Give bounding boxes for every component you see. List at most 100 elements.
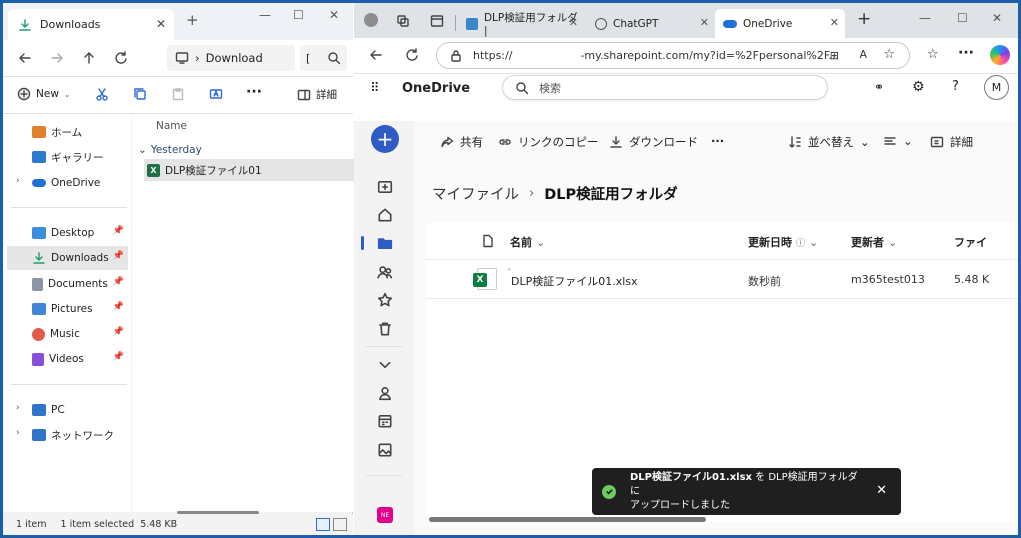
details-view-icon[interactable] — [316, 518, 330, 531]
nav-item-home[interactable]: ホーム — [7, 120, 128, 144]
nav-item-documents[interactable]: Documents 📌 — [7, 272, 128, 296]
nav-item-pc[interactable]: › PC — [7, 398, 128, 422]
nav-item-gallery[interactable]: ギャラリー — [7, 145, 128, 169]
pin-icon[interactable]: 📌 — [113, 226, 124, 236]
address-bar[interactable]: https:// -my.sharepoint.com/my?id=%2Fper… — [436, 42, 910, 69]
nav-item-desktop[interactable]: Desktop 📌 — [7, 221, 128, 245]
folder-icon[interactable] — [377, 235, 393, 251]
people-icon[interactable] — [377, 264, 393, 280]
settings-more-icon[interactable]: ··· — [958, 45, 974, 61]
home-icon[interactable] — [377, 207, 393, 223]
app-icon[interactable]: ⊞ — [830, 49, 839, 62]
close-icon[interactable]: ✕ — [876, 483, 887, 498]
nav-item-videos[interactable]: Videos 📌 — [7, 347, 128, 371]
file-type-icon[interactable] — [481, 234, 495, 248]
nav-item-network[interactable]: › ネットワーク — [7, 423, 128, 447]
close-window-icon[interactable]: ✕ — [329, 8, 339, 22]
group-header[interactable]: ⌄ Yesterday — [138, 144, 202, 156]
onedrive-brand[interactable]: OneDrive — [402, 81, 470, 96]
nav-item-pictures[interactable]: Pictures 📌 — [7, 297, 128, 321]
search-box[interactable]: [ — [300, 45, 347, 71]
favorites-icon[interactable]: ☆ — [927, 47, 939, 62]
app-launcher-icon[interactable]: ⠿ — [370, 81, 381, 96]
share-network-icon[interactable]: ⚭ — [874, 80, 884, 94]
more-options-icon[interactable]: ··· — [711, 134, 724, 148]
pin-icon[interactable]: 📌 — [113, 327, 124, 337]
new-button[interactable]: New ⌄ — [17, 87, 71, 101]
avatar[interactable]: M — [984, 75, 1009, 100]
paste-button[interactable] — [171, 87, 185, 101]
copy-button[interactable] — [133, 87, 147, 101]
trash-icon[interactable] — [377, 321, 393, 337]
tab-sharepoint[interactable]: DLP検証用フォルダ | ✕ — [458, 9, 584, 38]
rail-badge[interactable]: NE — [377, 507, 393, 523]
maximize-icon[interactable]: ☐ — [957, 11, 968, 25]
create-new-button[interactable]: + — [371, 125, 399, 153]
star-icon[interactable] — [377, 292, 393, 308]
copy-link-button[interactable]: リンクのコピー — [498, 134, 599, 150]
close-tab-icon[interactable]: ✕ — [156, 17, 166, 31]
nav-item-onedrive[interactable]: › OneDrive — [7, 171, 128, 195]
column-header-name[interactable]: Name — [156, 120, 187, 132]
details-button[interactable]: 詳細 — [297, 87, 337, 102]
gear-icon[interactable]: ⚙ — [912, 79, 925, 95]
column-header-size[interactable]: ファイ — [954, 234, 987, 250]
new-tab-icon[interactable]: + — [186, 11, 199, 29]
close-tab-icon[interactable]: ✕ — [700, 16, 709, 29]
pin-icon[interactable]: 📌 — [113, 251, 124, 261]
workspaces-icon[interactable] — [396, 14, 410, 28]
list-item[interactable]: X DLP検証ファイル01 — [144, 159, 356, 181]
details-button[interactable]: 詳細 — [930, 134, 973, 150]
copilot-icon[interactable] — [990, 45, 1010, 65]
rename-button[interactable] — [209, 87, 223, 101]
sort-button[interactable]: 並べ替え ⌄ — [788, 134, 870, 150]
calendar-icon[interactable] — [377, 413, 393, 429]
read-aloud-icon[interactable]: A — [859, 48, 867, 61]
close-tab-icon[interactable]: ✕ — [830, 16, 839, 29]
tiles-view-icon[interactable] — [333, 518, 347, 531]
close-tab-icon[interactable]: ✕ — [569, 16, 578, 29]
pin-icon[interactable]: 📌 — [113, 352, 124, 362]
pin-icon[interactable]: 📌 — [113, 302, 124, 312]
refresh-button[interactable] — [105, 51, 137, 65]
maximize-icon[interactable]: ☐ — [293, 8, 304, 22]
chevron-down-icon[interactable] — [377, 357, 393, 373]
breadcrumb-root[interactable]: マイファイル — [432, 183, 519, 204]
tab-chatgpt[interactable]: ChatGPT ✕ — [587, 9, 715, 38]
help-icon[interactable]: ? — [952, 79, 959, 94]
up-button[interactable] — [73, 51, 105, 65]
explorer-tab-downloads[interactable]: Downloads ✕ — [8, 9, 174, 40]
file-name[interactable]: DLP検証ファイル01.xlsx — [511, 273, 638, 289]
tab-actions-icon[interactable] — [430, 14, 444, 28]
tab-onedrive[interactable]: OneDrive ✕ — [715, 9, 845, 38]
column-header-modified[interactable]: 更新日時 ⓘ ⌄ — [748, 234, 818, 250]
back-button[interactable] — [9, 51, 41, 65]
nav-item-downloads[interactable]: Downloads 📌 — [7, 246, 128, 270]
minimize-icon[interactable]: — — [919, 11, 931, 25]
horizontal-scrollbar[interactable] — [429, 517, 706, 522]
back-icon[interactable] — [369, 48, 383, 62]
new-tab-icon[interactable]: + — [857, 9, 871, 29]
more-options-icon[interactable]: ··· — [246, 84, 262, 100]
nav-item-music[interactable]: Music 📌 — [7, 322, 128, 346]
add-shortcut-icon[interactable] — [377, 179, 393, 195]
share-button[interactable]: 共有 — [440, 134, 483, 150]
table-row[interactable]: X ⁺ DLP検証ファイル01.xlsx 数秒前 m365test013 5.4… — [426, 261, 1018, 299]
profile-icon[interactable] — [364, 13, 378, 27]
image-icon[interactable] — [377, 442, 393, 458]
pin-icon[interactable]: 📌 — [113, 277, 124, 287]
close-window-icon[interactable]: ✕ — [992, 11, 1002, 25]
breadcrumb[interactable]: › Download — [167, 45, 295, 71]
favorite-star-icon[interactable]: ☆ — [883, 47, 895, 62]
search-input[interactable]: 検索 — [502, 75, 828, 100]
view-options-button[interactable]: ⌄ — [883, 134, 913, 148]
cut-button[interactable] — [95, 87, 109, 101]
column-header-modified-by[interactable]: 更新者 ⌄ — [851, 234, 897, 250]
forward-button[interactable] — [41, 51, 73, 65]
nav-label: OneDrive — [51, 177, 101, 189]
column-header-name[interactable]: 名前 ⌄ — [510, 234, 545, 250]
person-icon[interactable] — [377, 385, 393, 401]
refresh-icon[interactable] — [405, 48, 419, 62]
minimize-icon[interactable]: — — [259, 8, 271, 22]
download-button[interactable]: ダウンロード — [609, 134, 698, 150]
